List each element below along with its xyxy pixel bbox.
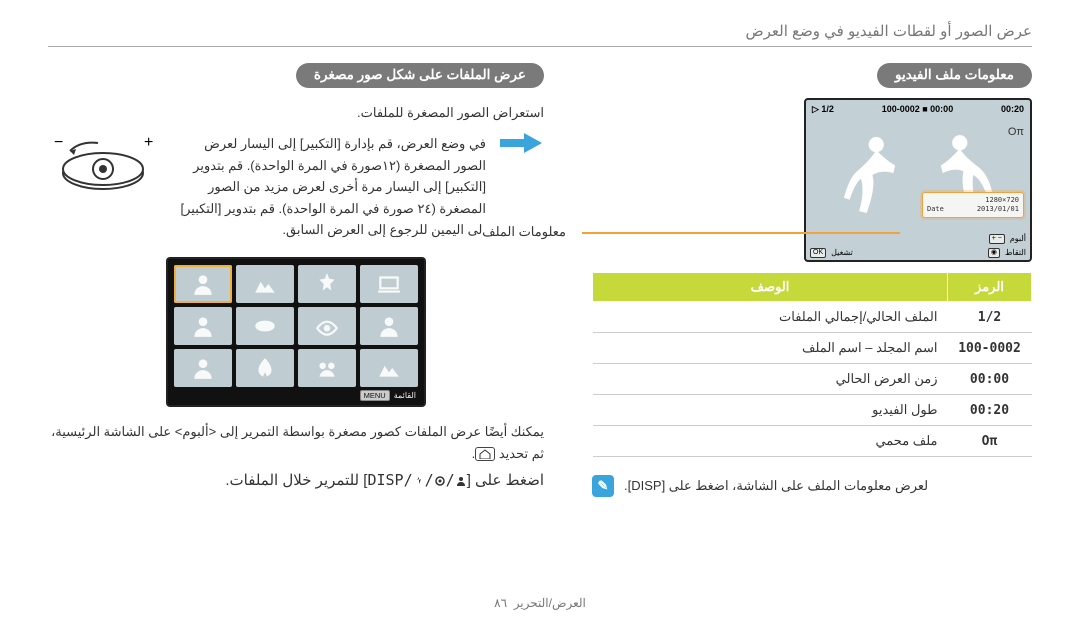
- file-info-callout: معلومات الملف: [482, 224, 570, 240]
- thumbnail[interactable]: [174, 349, 232, 387]
- thumbnails-subtext: استعراض الصور المصغرة للملفات.: [48, 102, 544, 123]
- page-title: عرض الصور أو لقطات الفيديو في وضع العرض: [48, 22, 1032, 46]
- thumbnail[interactable]: [174, 307, 232, 345]
- file-info-overlay: 1280×720 Date2013/01/01: [922, 192, 1024, 218]
- svg-text:+: +: [144, 134, 153, 151]
- table-row: 00:00زمن العرض الحالي: [593, 364, 1032, 395]
- divider: [48, 46, 1032, 47]
- section-pill-videoinfo: معلومات ملف الفيديو: [877, 63, 1032, 88]
- thumbnail[interactable]: [360, 265, 418, 303]
- menu-chip: MENU: [360, 390, 390, 401]
- thumbnail[interactable]: [236, 265, 294, 303]
- table-row: 00:20طول الفيديو: [593, 395, 1032, 426]
- disp-note: لعرض معلومات الملف على الشاشة، اضغط على …: [624, 478, 928, 494]
- lock-icon: Oπ: [1008, 126, 1024, 138]
- leader-line: [582, 232, 900, 234]
- col-symbol: الرمز: [948, 273, 1032, 302]
- section-pill-thumbnails: عرض الملفات على شكل صور مصغرة: [296, 63, 544, 88]
- screen-filecode: 100-0002 ■ 00:00: [882, 104, 954, 114]
- thumbnail[interactable]: [236, 307, 294, 345]
- thumbnail[interactable]: [298, 265, 356, 303]
- thumbnail-selected[interactable]: [174, 265, 232, 303]
- page-footer: العرض/التحرير ٨٦: [0, 596, 1080, 610]
- symbol-table: الرمز الوصف 1/2الملف الحالي/إجمالي الملف…: [592, 272, 1032, 457]
- thumbnail[interactable]: [236, 349, 294, 387]
- screen-duration: 00:20: [1001, 104, 1024, 114]
- zoom-dial-icon: − +: [48, 129, 158, 196]
- zoom-paragraph: في وضع العرض، قم بإدارة [التكبير] إلى ال…: [170, 133, 486, 240]
- thumbnail-grid-screen: MENU القائمة: [166, 257, 426, 407]
- camera-screen-preview: ▷ 1/2 100-0002 ■ 00:00 00:20: [804, 98, 1032, 262]
- pointing-hand-icon: [498, 129, 544, 160]
- shots-label: التقاط: [1005, 248, 1026, 257]
- thumbnail[interactable]: [298, 349, 356, 387]
- menu-label: القائمة: [394, 391, 416, 400]
- table-row: Oπملف محمي: [593, 426, 1032, 457]
- play-label: تشغيل: [831, 248, 853, 257]
- ok-icon: OK: [810, 248, 826, 258]
- album-label: ألبوم: [1010, 234, 1026, 243]
- table-row: 1/2الملف الحالي/إجمالي الملفات: [593, 302, 1032, 333]
- screen-counter: ▷ 1/2: [812, 104, 834, 115]
- thumbnail[interactable]: [360, 307, 418, 345]
- album-paragraph: يمكنك أيضًا عرض الملفات كصور مصغرة بواسط…: [51, 424, 544, 461]
- home-icon: [475, 447, 495, 461]
- note-icon: ✎: [592, 475, 614, 497]
- thumbnail[interactable]: [298, 307, 356, 345]
- scroll-instruction: اضغط على [DISP///] للتمرير خلال الملفات.: [48, 471, 544, 489]
- table-row: 100-0002اسم المجلد – اسم الملف: [593, 333, 1032, 364]
- thumbnail[interactable]: [360, 349, 418, 387]
- col-desc: الوصف: [593, 273, 948, 302]
- album-toggle-icon: + −: [989, 234, 1005, 244]
- svg-text:−: −: [54, 134, 63, 151]
- shutter-icon: ◉: [988, 248, 1000, 258]
